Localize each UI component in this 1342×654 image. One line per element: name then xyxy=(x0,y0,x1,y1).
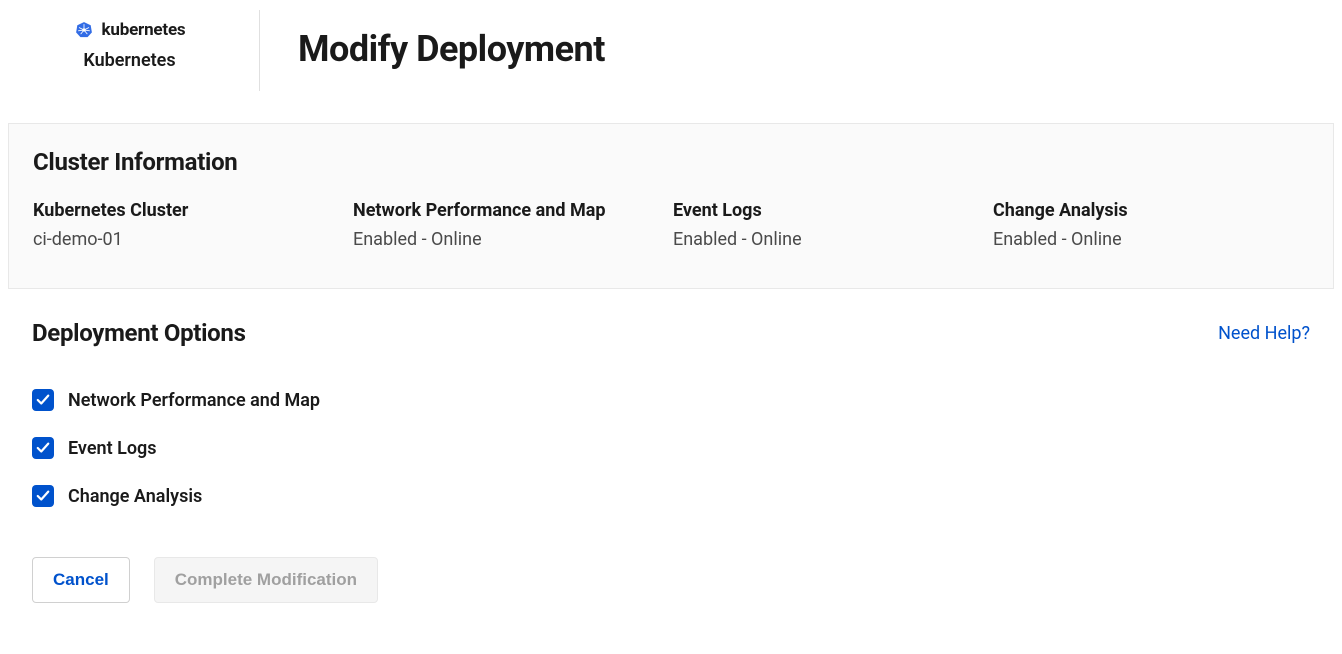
platform-label: Kubernetes xyxy=(83,50,175,71)
checkbox-change[interactable] xyxy=(32,485,54,507)
cluster-info-panel: Cluster Information Kubernetes Cluster c… xyxy=(8,123,1334,289)
page-title: Modify Deployment xyxy=(260,10,605,70)
info-value: Enabled - Online xyxy=(993,229,1313,250)
help-link[interactable]: Need Help? xyxy=(1218,323,1310,344)
kubernetes-icon xyxy=(74,20,94,40)
checkbox-label: Network Performance and Map xyxy=(68,390,320,411)
complete-modification-button[interactable]: Complete Modification xyxy=(154,557,378,603)
checkbox-row-network: Network Performance and Map xyxy=(32,389,1310,411)
options-title: Deployment Options xyxy=(32,319,246,347)
checkbox-label: Event Logs xyxy=(68,438,157,459)
info-col-change: Change Analysis Enabled - Online xyxy=(993,200,1313,250)
info-label: Change Analysis xyxy=(993,200,1313,221)
button-row: Cancel Complete Modification xyxy=(32,557,1310,603)
info-label: Event Logs xyxy=(673,200,993,221)
checkbox-row-change: Change Analysis xyxy=(32,485,1310,507)
info-col-network: Network Performance and Map Enabled - On… xyxy=(353,200,673,250)
checkbox-list: Network Performance and Map Event Logs C… xyxy=(32,389,1310,507)
info-value: Enabled - Online xyxy=(673,229,993,250)
deployment-options-section: Deployment Options Need Help? Network Pe… xyxy=(0,289,1342,603)
checkbox-events[interactable] xyxy=(32,437,54,459)
page-header: kubernetes Kubernetes Modify Deployment xyxy=(0,0,1342,91)
logo-row: kubernetes xyxy=(74,20,186,40)
cluster-info-grid: Kubernetes Cluster ci-demo-01 Network Pe… xyxy=(33,200,1309,250)
info-label: Network Performance and Map xyxy=(353,200,673,221)
options-header: Deployment Options Need Help? xyxy=(32,319,1310,347)
cluster-info-title: Cluster Information xyxy=(33,148,1309,176)
info-value: Enabled - Online xyxy=(353,229,673,250)
platform-block: kubernetes Kubernetes xyxy=(0,10,260,91)
checkbox-label: Change Analysis xyxy=(68,486,202,507)
checkbox-network[interactable] xyxy=(32,389,54,411)
checkbox-row-events: Event Logs xyxy=(32,437,1310,459)
info-value: ci-demo-01 xyxy=(33,229,353,250)
logo-text: kubernetes xyxy=(102,20,186,40)
info-label: Kubernetes Cluster xyxy=(33,200,353,221)
info-col-cluster: Kubernetes Cluster ci-demo-01 xyxy=(33,200,353,250)
info-col-events: Event Logs Enabled - Online xyxy=(673,200,993,250)
cancel-button[interactable]: Cancel xyxy=(32,557,130,603)
